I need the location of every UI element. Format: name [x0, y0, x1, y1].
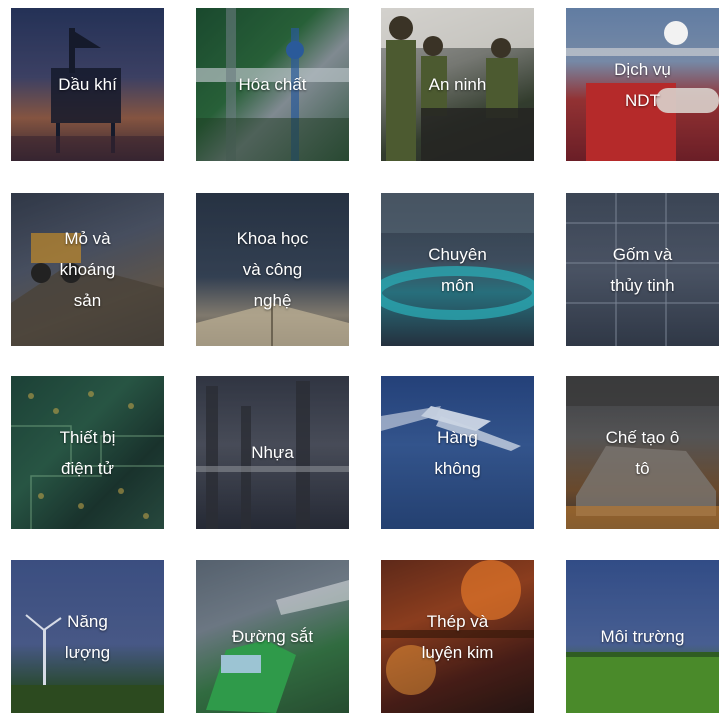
- tile-thep-va-luyen-kim[interactable]: Thép và luyện kim: [381, 560, 534, 713]
- tile-label: Thép và luyện kim: [421, 611, 494, 662]
- tile-mo-va-khoang-san[interactable]: Mỏ và khoáng sản: [11, 193, 164, 346]
- tile-hoa-chat[interactable]: Hóa chất: [196, 8, 349, 161]
- tile-label: Gốm và thủy tinh: [610, 244, 675, 295]
- tile-label: Mỏ và khoáng sản: [59, 229, 116, 310]
- tile-duong-sat[interactable]: Đường sắt: [196, 560, 349, 713]
- tile-label: Hàng không: [434, 427, 481, 478]
- tile-khoa-hoc-va-cong-nghe[interactable]: Khoa học và công nghệ: [196, 193, 349, 346]
- tile-che-tao-o-to[interactable]: Chế tạo ô tô: [566, 376, 719, 529]
- tile-chuyen-mon[interactable]: Chuyên môn: [381, 193, 534, 346]
- tile-label: Năng lượng: [64, 611, 111, 662]
- tile-label: Môi trường: [600, 627, 685, 646]
- tile-nang-luong[interactable]: Năng lượng: [11, 560, 164, 713]
- tile-label: Chế tạo ô tô: [605, 427, 680, 478]
- tile-label: Thiết bị điện tử: [59, 427, 116, 478]
- tile-nhua[interactable]: Nhựa: [196, 376, 349, 529]
- tile-label: Hóa chất: [238, 75, 307, 94]
- tile-an-ninh[interactable]: An ninh: [381, 8, 534, 161]
- tile-label: Dầu khí: [58, 75, 117, 94]
- industry-grid: Dầu khí Hóa chất An ninh Dịch vụ NDT Mỏ …: [0, 0, 727, 713]
- tile-hang-khong[interactable]: Hàng không: [381, 376, 534, 529]
- tile-dich-vu-ndt[interactable]: Dịch vụ NDT: [566, 8, 719, 161]
- tile-moi-truong[interactable]: Môi trường: [566, 560, 719, 713]
- tile-label: Đường sắt: [231, 627, 314, 646]
- tile-label: Nhựa: [251, 443, 294, 462]
- tile-gom-va-thuy-tinh[interactable]: Gốm và thủy tinh: [566, 193, 719, 346]
- tile-dau-khi[interactable]: Dầu khí: [11, 8, 164, 161]
- tile-label: Khoa học và công nghệ: [236, 229, 309, 310]
- tile-label: Chuyên môn: [428, 244, 487, 295]
- tile-label: Dịch vụ NDT: [614, 59, 671, 110]
- tile-thiet-bi-dien-tu[interactable]: Thiết bị điện tử: [11, 376, 164, 529]
- tile-label: An ninh: [428, 75, 487, 94]
